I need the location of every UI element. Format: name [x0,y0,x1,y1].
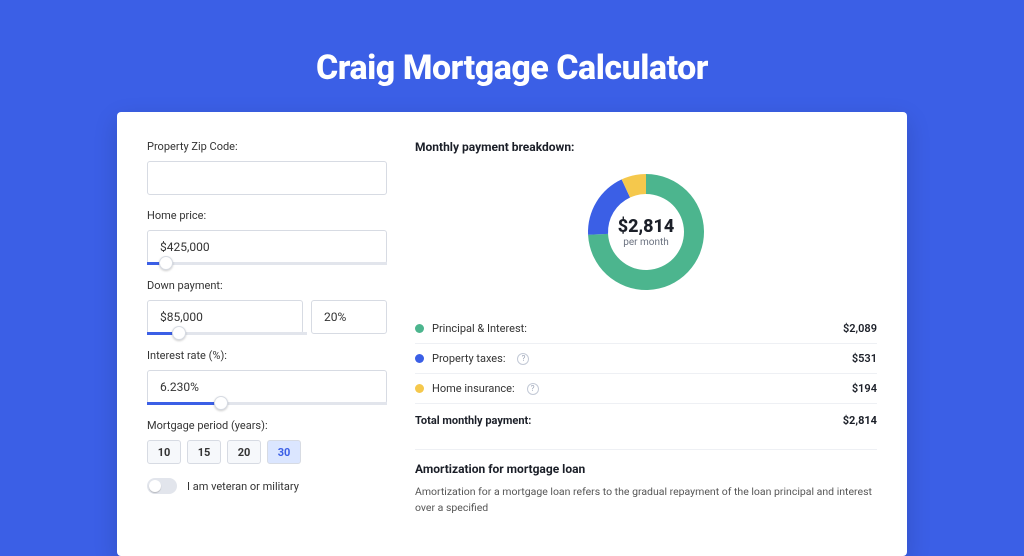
legend-left: Property taxes:? [415,352,529,365]
divider [415,449,877,450]
rate-slider-thumb[interactable] [214,396,228,410]
legend-row: Principal & Interest: $2,089 [415,314,877,343]
donut-center: $2,814 per month [618,216,675,248]
home-price-slider[interactable] [147,262,387,265]
donut-chart: $2,814 per month [415,168,877,296]
breakdown-title: Monthly payment breakdown: [415,140,877,154]
total-value: $2,814 [843,414,877,427]
total-label: Total monthly payment: [415,414,531,427]
rate-label: Interest rate (%): [147,349,387,362]
legend-left: Home insurance:? [415,382,539,395]
period-option-10[interactable]: 10 [147,440,181,464]
zip-field-block: Property Zip Code: [147,140,387,195]
legend-label: Property taxes: [432,352,505,365]
legend-label: Home insurance: [432,382,515,395]
rate-block: Interest rate (%): [147,349,387,405]
donut-amount: $2,814 [618,216,675,237]
donut-sub: per month [618,237,675,248]
amortization-title: Amortization for mortgage loan [415,462,877,476]
down-payment-block: Down payment: [147,279,387,335]
info-icon[interactable]: ? [527,383,539,395]
legend-value: $2,089 [843,322,877,335]
down-payment-label: Down payment: [147,279,387,292]
rate-slider-fill [147,402,221,405]
legend-dot [415,384,424,393]
home-price-label: Home price: [147,209,387,222]
page-root: Craig Mortgage Calculator Property Zip C… [0,0,1024,512]
zip-label: Property Zip Code: [147,140,387,153]
veteran-row: I am veteran or military [147,478,387,494]
down-payment-slider[interactable] [147,332,307,335]
down-payment-slider-thumb[interactable] [172,326,186,340]
period-option-30[interactable]: 30 [267,440,301,464]
period-label: Mortgage period (years): [147,419,387,432]
legend-dot [415,324,424,333]
legend-row: Property taxes:? $531 [415,343,877,373]
legend-value: $194 [852,382,877,395]
rate-input[interactable] [147,370,387,404]
period-options: 10152030 [147,440,387,464]
form-column: Property Zip Code: Home price: Down paym… [147,140,387,516]
veteran-toggle[interactable] [147,478,177,494]
amortization-desc: Amortization for a mortgage loan refers … [415,484,877,516]
down-payment-input[interactable] [147,300,303,334]
calculator-card: Property Zip Code: Home price: Down paym… [117,112,907,556]
legend-value: $531 [852,352,877,365]
page-title: Craig Mortgage Calculator [0,0,1024,112]
period-block: Mortgage period (years): 10152030 [147,419,387,464]
period-option-20[interactable]: 20 [227,440,261,464]
veteran-label: I am veteran or military [187,480,299,493]
zip-input[interactable] [147,161,387,195]
legend-dot [415,354,424,363]
total-row: Total monthly payment: $2,814 [415,403,877,443]
info-icon[interactable]: ? [517,353,529,365]
legend-left: Principal & Interest: [415,322,527,335]
home-price-slider-thumb[interactable] [159,256,173,270]
home-price-input[interactable] [147,230,387,264]
legend-label: Principal & Interest: [432,322,527,335]
legend-row: Home insurance:? $194 [415,373,877,403]
period-option-15[interactable]: 15 [187,440,221,464]
veteran-toggle-knob [149,480,161,492]
down-payment-pct-input[interactable] [311,300,387,334]
home-price-block: Home price: [147,209,387,265]
legend: Principal & Interest: $2,089 Property taxe… [415,314,877,403]
rate-slider[interactable] [147,402,387,405]
breakdown-column: Monthly payment breakdown: $2,814 per mo… [415,140,877,516]
